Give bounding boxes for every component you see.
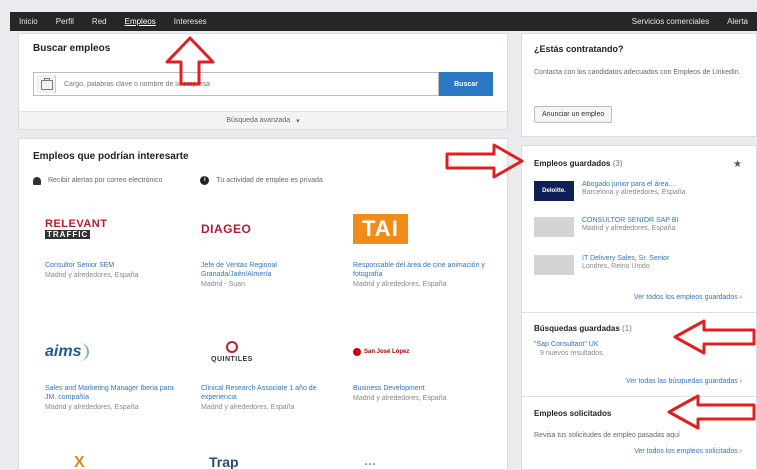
left-arrow-annotation (673, 319, 756, 355)
chevron-down-icon: ▾ (296, 117, 300, 125)
jobs-panel: Empleos que podrían interesarte Recibir … (18, 138, 508, 470)
nav-item-alerta[interactable]: Alerta (718, 17, 757, 26)
job-title[interactable]: Sales and Marketing Manager Iberia para … (45, 384, 185, 402)
saved-search-results: 9 nuevos resultados (540, 350, 603, 357)
job-card[interactable]: QUINTILES Clinical Research Associate 1 … (201, 332, 341, 412)
info-icon: i (200, 176, 210, 185)
alerts-row: Recibir alertas por correo electrónico i… (33, 176, 323, 185)
saved-job-title[interactable]: Abogado junior para el área… (582, 181, 686, 189)
company-logo: Trap (209, 454, 239, 470)
star-icon[interactable]: ★ (733, 159, 742, 170)
saved-job-location: Madrid y alrededores, España (582, 225, 676, 232)
nav-item-empleos[interactable]: Empleos (116, 17, 165, 26)
nav-item-intereses[interactable]: Intereses (165, 17, 216, 26)
nav-item-red[interactable]: Red (83, 17, 116, 26)
quintiles-wordmark: QUINTILES (211, 356, 253, 363)
job-title[interactable]: Responsable del área de cine animación y… (353, 261, 493, 279)
divider (522, 312, 756, 313)
job-location: Madrid y alrededores, España (45, 404, 139, 411)
job-location: Madrid y alrededores, España (201, 404, 295, 411)
view-saved-jobs-link[interactable]: Ver todos los empleos guardados › (634, 294, 742, 301)
san-jose-logo: San José López (353, 348, 409, 356)
advanced-search-toggle[interactable]: Búsqueda avanzada ▾ (19, 111, 507, 129)
right-arrow-annotation (445, 143, 524, 179)
job-location: Madrid - Suan (201, 281, 245, 288)
applied-jobs-text: Revisa tus solicitudes de empleo pasadas… (534, 432, 680, 439)
san-jose-wordmark: San José López (364, 349, 410, 355)
tai-logo: TAI (353, 214, 408, 244)
diageo-logo: DIAGEO (201, 222, 252, 236)
saved-job-location: Londres, Reino Unido (582, 263, 650, 270)
saved-searches-count: (1) (622, 324, 632, 333)
relevant-traffic-logo: RELEVANT TRAFFIC (45, 217, 108, 239)
saved-job-title[interactable]: IT Delivery Sales, Sr. Senior (582, 255, 669, 263)
job-location: Madrid y alrededores, España (353, 281, 447, 288)
nav-item-inicio[interactable]: Inicio (10, 17, 47, 26)
deloitte-logo: Deloitte. (534, 181, 574, 201)
job-card[interactable]: San José López Business Development Madr… (353, 332, 493, 403)
company-logo-placeholder (534, 217, 574, 237)
search-panel: Buscar empleos Buscar Búsqueda avanzada … (18, 33, 508, 130)
hiring-panel: ¿Estás contratando? Contacta con los can… (521, 33, 757, 137)
saved-job-item[interactable]: IT Delivery Sales, Sr. Senior Londres, R… (534, 255, 749, 275)
post-job-button[interactable]: Anunciar un empleo (534, 106, 613, 123)
company-logo: San José López (353, 332, 493, 372)
company-logo: X (74, 454, 85, 470)
search-input[interactable] (58, 80, 438, 88)
quintiles-ring-icon (225, 341, 238, 353)
job-card[interactable]: aims Sales and Marketing Manager Iberia … (45, 332, 185, 412)
saved-job-item[interactable]: CONSULTOR SENIOR SAP BI Madrid y alreded… (534, 217, 749, 237)
company-logo: QUINTILES (201, 332, 341, 372)
up-arrow-annotation (165, 36, 215, 86)
nav-right: Servicios comerciales Alerta (623, 17, 757, 26)
job-title[interactable]: Consultor Senior SEM (45, 261, 185, 270)
view-saved-searches-link[interactable]: Ver todas las búsquedas guardadas › (626, 378, 742, 385)
top-nav: Inicio Perfil Red Empleos Intereses Serv… (10, 12, 757, 31)
company-logo: RELEVANT TRAFFIC (45, 209, 185, 249)
search-button[interactable]: Buscar (439, 72, 493, 96)
company-logo: … (364, 454, 376, 468)
privacy-text: Tu actividad de empleo es privada (216, 177, 323, 184)
advanced-search-label: Búsqueda avanzada (226, 117, 291, 124)
saved-job-title[interactable]: CONSULTOR SENIOR SAP BI (582, 217, 678, 225)
saved-jobs-label: Empleos guardados (534, 159, 611, 168)
san-jose-mark-icon (353, 348, 361, 356)
applied-jobs-title: Empleos solicitados (534, 409, 612, 418)
company-logo-placeholder (534, 255, 574, 275)
saved-jobs-count: (3) (612, 159, 623, 168)
hiring-title: ¿Estás contratando? (534, 44, 624, 54)
job-location: Madrid y alrededores, España (353, 395, 447, 402)
search-box[interactable] (33, 72, 439, 96)
view-applied-jobs-link[interactable]: Ver todos los empleos solicitados › (634, 448, 742, 455)
saved-job-item[interactable]: Deloitte. Abogado junior para el área… B… (534, 181, 749, 201)
hiring-text: Contacta con los candidatos adecuados co… (534, 69, 741, 76)
search-title: Buscar empleos (33, 43, 111, 54)
nav-item-perfil[interactable]: Perfil (47, 17, 83, 26)
job-card[interactable]: DIAGEO Jefe de Ventas Regional Granada/J… (201, 209, 341, 289)
company-logo: TAI (353, 209, 493, 249)
bell-icon (33, 176, 41, 185)
left-arrow-annotation (667, 394, 756, 430)
aims-logo: aims (45, 343, 90, 361)
email-alerts-link[interactable]: Recibir alertas por correo electrónico (48, 177, 162, 184)
saved-job-location: Barcelona y alrededores, España (582, 189, 686, 196)
job-card[interactable]: TAI Responsable del área de cine animaci… (353, 209, 493, 289)
search-row: Buscar (33, 72, 493, 96)
saved-search-query[interactable]: "Sap Consultant" UK (534, 340, 603, 349)
jobs-title: Empleos que podrían interesarte (33, 151, 189, 162)
job-title[interactable]: Clinical Research Associate 1 año de exp… (201, 384, 341, 402)
job-title[interactable]: Business Development (353, 384, 493, 393)
saved-jobs-title: Empleos guardados (3) (534, 159, 622, 168)
saved-searches-title: Búsquedas guardadas (1) (534, 324, 632, 333)
job-location: Madrid y alrededores, España (45, 272, 139, 279)
job-card[interactable]: RELEVANT TRAFFIC Consultor Senior SEM Mad… (45, 209, 185, 280)
company-logo: aims (45, 332, 185, 372)
saved-search-item[interactable]: "Sap Consultant" UK 9 nuevos resultados (534, 340, 603, 358)
nav-item-servicios[interactable]: Servicios comerciales (623, 17, 718, 26)
job-title[interactable]: Jefe de Ventas Regional Granada/Jaén/Alm… (201, 261, 341, 279)
quintiles-logo: QUINTILES (211, 341, 253, 363)
saved-searches-label: Búsquedas guardadas (534, 324, 620, 333)
briefcase-icon (36, 75, 56, 93)
company-logo: DIAGEO (201, 209, 341, 249)
